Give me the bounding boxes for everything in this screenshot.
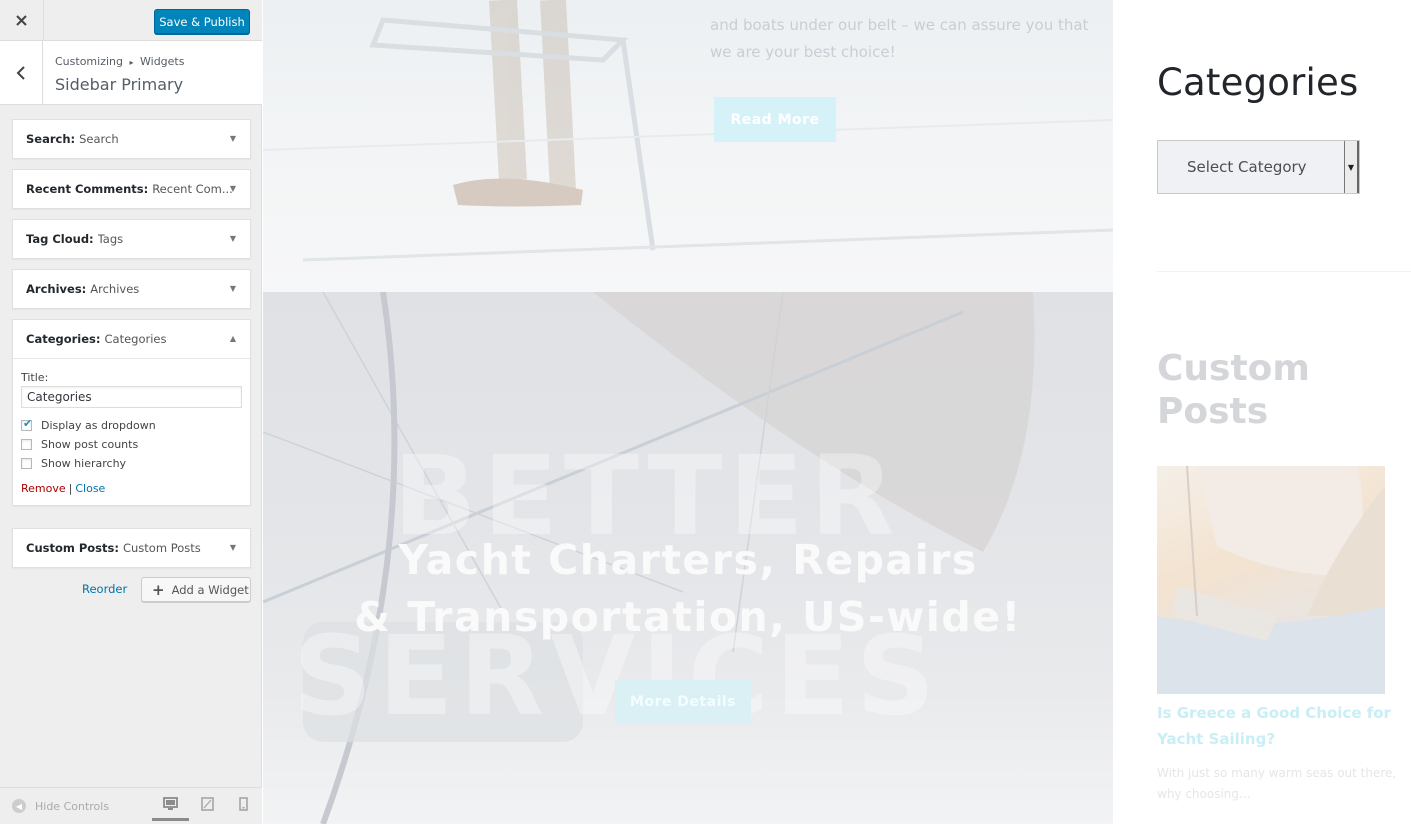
- expand-arrow-icon[interactable]: ▼: [230, 284, 236, 293]
- desktop-icon: [163, 797, 178, 810]
- widget-categories-header[interactable]: Categories: Categories ▲: [13, 320, 250, 358]
- widget-type: Recent Comments:: [26, 182, 149, 196]
- widget-archives: Archives: Archives ▼: [12, 269, 251, 309]
- category-select-value: Select Category: [1187, 158, 1307, 176]
- widget-type: Tag Cloud:: [26, 232, 94, 246]
- checkmark-icon: ✔: [23, 417, 33, 430]
- remove-link[interactable]: Remove: [21, 482, 66, 495]
- breadcrumb-widgets: Widgets: [140, 55, 185, 68]
- widget-type: Search:: [26, 132, 76, 146]
- widget-search: Search: Search ▼: [12, 119, 251, 159]
- about-text-line: we are your best choice!: [710, 43, 896, 61]
- hero-title: Yacht Charters, Repairs & Transportation…: [263, 532, 1113, 646]
- preview-tablet-button[interactable]: [195, 797, 219, 821]
- show-post-counts-checkbox[interactable]: [21, 439, 32, 450]
- hide-controls-label: Hide Controls: [35, 799, 110, 813]
- widget-archives-header[interactable]: Archives: Archives ▼: [13, 270, 250, 308]
- widget-custom-posts-header[interactable]: Custom Posts: Custom Posts ▼: [13, 529, 250, 567]
- option-label: Display as dropdown: [41, 419, 156, 432]
- widget-title: Recent Com...: [152, 182, 233, 196]
- title-field[interactable]: [21, 386, 242, 408]
- customizer-footer: ◀ Hide Controls: [0, 787, 262, 824]
- section-header: Customizing ▸ Widgets Sidebar Primary: [0, 41, 262, 105]
- display-dropdown-option[interactable]: ✔ Display as dropdown: [21, 417, 242, 433]
- close-icon: [16, 15, 27, 26]
- more-details-button[interactable]: More Details: [615, 680, 751, 724]
- breadcrumb: Customizing ▸ Widgets: [55, 55, 184, 68]
- widget-recent-comments-header[interactable]: Recent Comments: Recent Com... ▼: [13, 170, 250, 208]
- post-thumbnail[interactable]: [1157, 466, 1385, 694]
- widget-divider: [1157, 271, 1411, 272]
- collapse-arrow-icon[interactable]: ▲: [230, 334, 236, 343]
- option-label: Show post counts: [41, 438, 139, 451]
- post-excerpt: With just so many warm seas out there, w…: [1157, 766, 1397, 801]
- widget-actions: Remove | Close: [21, 482, 242, 495]
- widget-title: Archives: [90, 282, 140, 296]
- sailboat-image: [1157, 466, 1385, 694]
- show-hierarchy-checkbox[interactable]: [21, 458, 32, 469]
- dropdown-arrow-icon: ▼: [1344, 141, 1359, 193]
- customizer-sidebar: Save & Publish Customizing ▸ Widgets Sid…: [0, 0, 262, 824]
- display-dropdown-checkbox[interactable]: ✔: [21, 417, 33, 431]
- widget-recent-comments: Recent Comments: Recent Com... ▼: [12, 169, 251, 209]
- widget-type: Archives:: [26, 282, 87, 296]
- site-preview: and boats under our belt – we can assure…: [263, 0, 1411, 824]
- add-widget-button[interactable]: + Add a Widget: [141, 577, 251, 602]
- custom-posts-widget-title: Custom Posts: [1157, 348, 1310, 432]
- read-more-button[interactable]: Read More: [714, 97, 836, 142]
- widget-categories-form: Title: ✔ Display as dropdown Show post c…: [13, 358, 250, 505]
- chevron-left-icon: [16, 65, 25, 80]
- show-post-counts-option[interactable]: Show post counts: [21, 437, 242, 452]
- section-title: Sidebar Primary: [55, 75, 184, 94]
- close-customizer-button[interactable]: [0, 0, 44, 41]
- expand-arrow-icon[interactable]: ▼: [230, 184, 236, 193]
- add-widget-label: Add a Widget: [171, 582, 249, 597]
- hide-controls-button[interactable]: ◀ Hide Controls: [12, 799, 109, 813]
- post-title-link[interactable]: Is Greece a Good Choice for Yacht Sailin…: [1157, 700, 1397, 752]
- widget-type: Categories:: [26, 332, 101, 346]
- collapse-arrow-icon: ◀: [12, 799, 26, 813]
- widget-categories: Categories: Categories ▲ Title: ✔ Displa…: [12, 319, 251, 506]
- widget-tag-cloud: Tag Cloud: Tags ▼: [12, 219, 251, 259]
- plus-icon: +: [152, 580, 165, 599]
- widget-type: Custom Posts:: [26, 541, 119, 555]
- tablet-icon: [200, 797, 214, 811]
- preview-desktop-button[interactable]: [152, 797, 189, 821]
- back-button[interactable]: [0, 41, 43, 104]
- show-hierarchy-option[interactable]: Show hierarchy: [21, 456, 242, 471]
- preview-mobile-button[interactable]: [231, 797, 255, 821]
- hero-title-line: & Transportation, US-wide!: [354, 593, 1022, 641]
- customizer-header: Save & Publish: [0, 0, 262, 41]
- hero-section: BETTER SERVICES Yacht Charters, Repairs …: [263, 292, 1113, 824]
- option-label: Show hierarchy: [41, 457, 127, 470]
- category-select[interactable]: Select Category ▼: [1157, 140, 1360, 194]
- about-text: and boats under our belt – we can assure…: [710, 12, 1090, 66]
- expand-arrow-icon[interactable]: ▼: [230, 234, 236, 243]
- expand-arrow-icon[interactable]: ▼: [230, 543, 236, 552]
- save-publish-button[interactable]: Save & Publish: [154, 9, 250, 34]
- hero-title-line: Yacht Charters, Repairs: [398, 536, 978, 584]
- reorder-link[interactable]: Reorder: [82, 582, 127, 596]
- about-text-line: and boats under our belt – we can assure…: [710, 16, 1089, 34]
- categories-widget-title: Categories: [1157, 61, 1359, 104]
- widget-tag-cloud-header[interactable]: Tag Cloud: Tags ▼: [13, 220, 250, 258]
- primary-sidebar: Categories Select Category ▼ Custom Post…: [1113, 0, 1411, 824]
- breadcrumb-customizing: Customizing: [55, 55, 123, 68]
- about-section: and boats under our belt – we can assure…: [263, 0, 1113, 292]
- link-separator: |: [68, 482, 73, 495]
- mobile-icon: [238, 797, 248, 811]
- widget-title: Search: [79, 132, 119, 146]
- expand-arrow-icon[interactable]: ▼: [230, 134, 236, 143]
- widget-title: Categories: [104, 332, 167, 346]
- title-label: Title:: [21, 371, 49, 384]
- widget-search-header[interactable]: Search: Search ▼: [13, 120, 250, 158]
- widget-custom-posts: Custom Posts: Custom Posts ▼: [12, 528, 251, 568]
- close-link[interactable]: Close: [75, 482, 105, 495]
- breadcrumb-separator-icon: ▸: [129, 58, 134, 67]
- widget-title: Tags: [97, 232, 124, 246]
- widget-title: Custom Posts: [122, 541, 201, 555]
